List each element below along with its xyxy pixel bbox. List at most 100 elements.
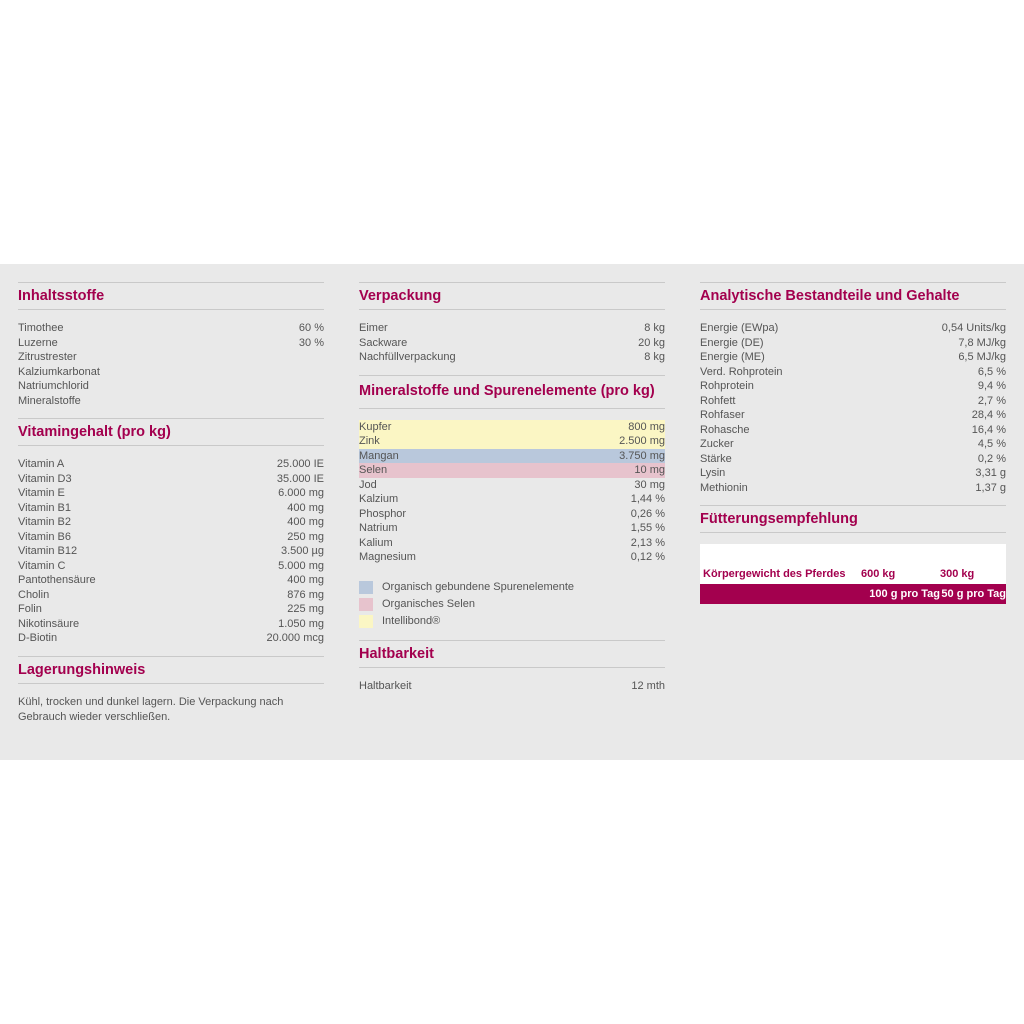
row-label: Sackware [359,336,408,349]
list-item: Luzerne 30 % [18,336,324,351]
row-value: 800 mg [628,420,665,433]
row-value: 20.000 mcg [266,632,324,644]
table-spacer [700,544,1006,564]
list-item: Timothee 60 % [18,321,324,336]
row-label: Kalium [359,536,393,549]
ingredients-list: Timothee 60 % Luzerne 30 % Zitrustrester K… [18,321,324,408]
column-middle: Verpackung Eimer 8 kg Sackware 20 kg Nachf… [359,282,665,703]
list-item: Selen 10 mg [359,463,665,478]
section-lagerung: Lagerungshinweis Kühl, trocken und dunke… [18,655,324,725]
storage-text: Kühl, trocken und dunkel lagern. Die Ver… [18,695,284,723]
list-item: Jod 30 mg [359,478,665,493]
row-value: 0,12 % [630,551,665,563]
list-item: Rohasche 16,4 % [700,423,1006,438]
row-value: 3.500 µg [280,545,324,557]
legend-item: Organisch gebundene Spurenelemente [359,579,665,596]
row-value: 6,5 % [977,365,1006,378]
row-label: Kupfer [359,420,392,433]
list-item: Methionin 1,37 g [700,481,1006,496]
row-value: 25.000 IE [276,458,324,470]
list-item: Mineralstoffe [18,394,324,409]
row-label: Natriumchlorid [18,380,89,392]
table-row: 100 g pro Tag 50 g pro Tag [700,584,1006,604]
row-value: 400 mg [287,574,324,586]
list-item: Zink 2.500 mg [359,434,665,449]
header-cell: 300 kg [940,568,975,580]
row-value: 3,31 g [975,467,1006,479]
row-value: 10 mg [634,464,665,476]
row-value: 0,26 % [630,507,665,520]
row-value: 1,55 % [630,522,665,534]
list-item: Kupfer 800 mg [359,419,665,434]
row-label: Luzerne [18,336,58,349]
list-item: Haltbarkeit 12 mth [359,679,665,694]
list-item: Vitamin E 6.000 mg [18,486,324,501]
row-value: 9,4 % [977,380,1006,392]
row-label: Magnesium [359,551,416,563]
shelf-life-list: Haltbarkeit 12 mth [359,679,665,694]
section-title: Lagerungshinweis [18,655,324,684]
row-label: Energie (ME) [700,351,765,363]
row-label: Nachfüllverpackung [359,351,456,363]
list-item: Folin 225 mg [18,602,324,617]
row-label: Selen [359,464,388,476]
legend-item: Intellibond® [359,613,665,630]
row-label: Rohfaser [700,409,745,421]
list-item: D-Biotin 20.000 mcg [18,631,324,646]
row-label: Vitamin D3 [18,472,72,485]
row-value: 4,5 % [977,438,1006,450]
section-vitamine: Vitamingehalt (pro kg) Vitamin A 25.000 I… [18,418,324,646]
row-value: 35.000 IE [276,472,324,485]
list-item: Stärke 0,2 % [700,452,1006,467]
legend-item: Organisches Selen [359,596,665,613]
row-label: Timothee [18,322,64,334]
section-verpackung: Verpackung Eimer 8 kg Sackware 20 kg Nachf… [359,282,665,365]
list-item: Zucker 4,5 % [700,437,1006,452]
row-label: Folin [18,603,42,615]
mineral-list: Kupfer 800 mg Zink 2.500 mg Mangan 3.750 mg… [359,419,665,565]
row-label: Rohasche [700,423,750,436]
legend-swatch-pink [359,597,373,611]
row-label: Lysin [700,467,726,479]
row-value: 8 kg [644,322,665,334]
section-analytisch: Analytische Bestandteile und Gehalte Ene… [700,282,1006,495]
row-value: 7,8 MJ/kg [958,336,1006,349]
row-value: 1,44 % [630,493,665,505]
row-value: 1,37 g [975,481,1006,494]
row-value: 2,13 % [630,536,665,549]
row-value: 30 mg [634,478,665,491]
row-label: Zucker [700,438,734,450]
row-label: Energie (EWpa) [700,322,779,334]
row-value: 0,54 Units/kg [941,322,1006,334]
section-mineralstoffe: Mineralstoffe und Spurenelemente (pro kg… [359,374,665,630]
row-value: 16,4 % [971,423,1006,436]
section-title: Verpackung [359,282,665,310]
list-item: Energie (EWpa) 0,54 Units/kg [700,321,1006,336]
row-value: 876 mg [287,588,324,601]
row-label: Nikotinsäure [18,617,80,630]
row-label: Verd. Rohprotein [700,365,783,378]
row-label: Kalzium [359,493,399,505]
section-title: Vitamingehalt (pro kg) [18,418,324,446]
row-label: Jod [359,478,377,491]
color-legend: Organisch gebundene Spurenelemente Organ… [359,579,665,630]
list-item: Vitamin B1 400 mg [18,501,324,516]
list-item: Rohfett 2,7 % [700,394,1006,409]
row-value: 8 kg [644,351,665,363]
list-item: Kalium 2,13 % [359,536,665,551]
section-fuetterung: Fütterungsempfehlung Körpergewicht des P… [700,505,1006,604]
list-item: Magnesium 0,12 % [359,550,665,565]
row-label: Vitamin B6 [18,530,71,543]
row-value: 400 mg [287,516,324,528]
header-cell: 600 kg [861,568,896,580]
analysis-list: Energie (EWpa) 0,54 Units/kg Energie (DE)… [700,321,1006,495]
row-value: 400 mg [287,501,324,514]
section-title: Analytische Bestandteile und Gehalte [700,282,1006,310]
row-value: 0,2 % [977,452,1006,465]
row-label: Vitamin A [18,458,65,470]
list-item: Energie (DE) 7,8 MJ/kg [700,336,1006,351]
list-item: Vitamin B12 3.500 µg [18,544,324,559]
list-item: Vitamin B2 400 mg [18,515,324,530]
legend-swatch-blue [359,580,373,594]
table-header-row: Körpergewicht des Pferdes 600 kg 300 kg [700,564,1006,584]
